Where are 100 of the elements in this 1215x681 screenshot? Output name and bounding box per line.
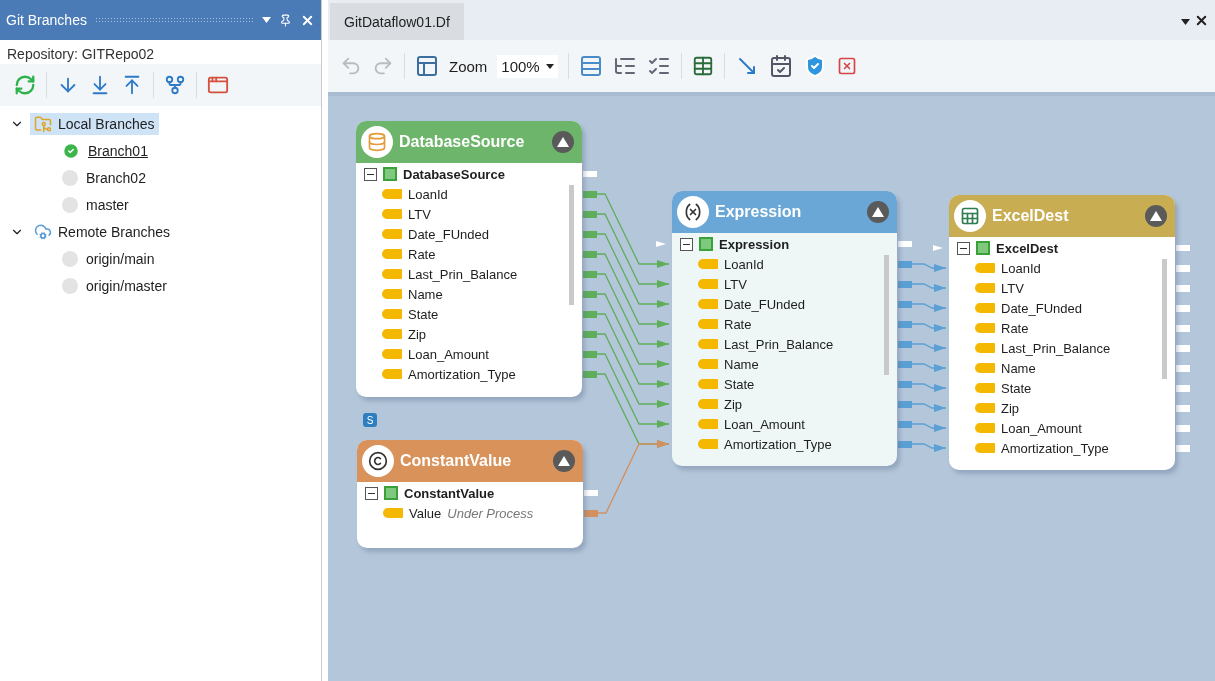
refresh-icon[interactable] bbox=[14, 74, 36, 96]
port[interactable] bbox=[898, 441, 912, 448]
connector-line[interactable] bbox=[596, 233, 670, 308]
scrollbar[interactable] bbox=[884, 255, 889, 375]
branch-item[interactable]: master bbox=[86, 196, 129, 213]
connector-line[interactable] bbox=[596, 253, 670, 328]
collapse-box-icon[interactable] bbox=[364, 167, 377, 181]
node-card[interactable]: ConstantValue ConstantValue Value Under Process bbox=[357, 440, 583, 548]
add-table-icon[interactable] bbox=[691, 55, 714, 77]
port[interactable] bbox=[583, 271, 597, 278]
dropdown-icon[interactable] bbox=[1181, 18, 1190, 25]
port[interactable] bbox=[1176, 245, 1190, 251]
connector-line[interactable] bbox=[911, 383, 947, 392]
field-name: Date_FUnded bbox=[1001, 300, 1082, 316]
zoom-dropdown[interactable]: 100% bbox=[497, 54, 558, 78]
connector-line[interactable] bbox=[911, 283, 947, 292]
connector-line[interactable] bbox=[911, 303, 947, 312]
scrollbar[interactable] bbox=[569, 185, 574, 305]
port[interactable] bbox=[898, 241, 912, 247]
port[interactable] bbox=[898, 301, 912, 308]
branch-item[interactable]: Branch01 bbox=[88, 142, 148, 159]
connector-line[interactable] bbox=[911, 323, 947, 332]
port[interactable] bbox=[1176, 425, 1190, 432]
port[interactable] bbox=[1176, 405, 1190, 412]
redo-icon[interactable] bbox=[372, 55, 394, 77]
undo-icon[interactable] bbox=[340, 55, 362, 77]
connector-line[interactable] bbox=[596, 213, 670, 288]
connector-line[interactable] bbox=[911, 263, 947, 272]
port[interactable] bbox=[583, 311, 597, 318]
port[interactable] bbox=[583, 331, 597, 338]
port[interactable] bbox=[1176, 265, 1190, 272]
node-card[interactable]: DatabaseSource DatabaseSource LoanId LTV Date_FUnded Rate Last_Prin_Balance Name State Zip Loan_Amount Amortization_Type bbox=[356, 121, 582, 397]
field-name: Last_Prin_Balance bbox=[408, 266, 518, 282]
scrollbar[interactable] bbox=[1162, 259, 1167, 379]
connector-line[interactable] bbox=[911, 363, 947, 372]
port[interactable] bbox=[898, 321, 912, 328]
field-name: LTV bbox=[724, 276, 747, 292]
port[interactable] bbox=[583, 351, 597, 358]
layout-icon[interactable] bbox=[415, 54, 439, 78]
port[interactable] bbox=[583, 291, 597, 298]
document-tab[interactable]: GitDataflow01.Df bbox=[330, 3, 464, 40]
port[interactable] bbox=[898, 381, 912, 388]
port[interactable] bbox=[583, 171, 597, 177]
port[interactable] bbox=[583, 211, 597, 218]
port[interactable] bbox=[1176, 365, 1190, 372]
node-card[interactable]: Expression Expression LoanId LTV Date_FUnded Rate Last_Prin_Balance Name State Zip Loan_Amount Amortization_Type bbox=[672, 191, 897, 466]
connector-line[interactable] bbox=[596, 333, 670, 408]
port[interactable] bbox=[898, 341, 912, 348]
collapse-box-icon[interactable] bbox=[365, 486, 378, 500]
port[interactable] bbox=[1176, 305, 1190, 312]
calendar-icon[interactable] bbox=[768, 54, 793, 78]
tree-group[interactable]: Remote Branches bbox=[30, 220, 175, 243]
port[interactable] bbox=[1176, 385, 1190, 392]
port[interactable] bbox=[1176, 445, 1190, 452]
port[interactable] bbox=[898, 421, 912, 428]
port[interactable] bbox=[583, 371, 597, 378]
connector-line[interactable] bbox=[596, 313, 670, 388]
collapse-icon[interactable] bbox=[553, 450, 575, 472]
status-badge: S bbox=[363, 413, 377, 427]
port[interactable] bbox=[898, 281, 912, 288]
port[interactable] bbox=[898, 401, 912, 408]
collapse-icon[interactable] bbox=[1145, 205, 1167, 227]
branch-item[interactable]: origin/main bbox=[86, 250, 155, 267]
collapse-icon[interactable] bbox=[552, 131, 574, 153]
node-title: DatabaseSource bbox=[399, 133, 526, 151]
connector-line[interactable] bbox=[911, 423, 947, 432]
port[interactable] bbox=[583, 231, 597, 238]
field-tag-icon bbox=[698, 319, 718, 329]
pin-icon[interactable] bbox=[279, 13, 292, 27]
collapse-box-icon[interactable] bbox=[680, 237, 693, 251]
collapse-box-icon[interactable] bbox=[957, 241, 970, 255]
branch-icon[interactable] bbox=[164, 74, 186, 96]
port[interactable] bbox=[1176, 285, 1190, 292]
field-tag-icon bbox=[698, 379, 718, 389]
node-card[interactable]: ExcelDest ExcelDest LoanId LTV Date_FUnded Rate Last_Prin_Balance Name State Zip Loan_Amount Amortization_Type bbox=[949, 195, 1175, 470]
port[interactable] bbox=[898, 261, 912, 268]
branch-item[interactable]: origin/master bbox=[86, 277, 167, 294]
port[interactable] bbox=[584, 510, 598, 517]
port[interactable] bbox=[583, 251, 597, 258]
port[interactable] bbox=[584, 490, 598, 496]
field-name: Zip bbox=[408, 326, 427, 342]
delete-icon[interactable] bbox=[836, 56, 857, 76]
connector-line[interactable] bbox=[911, 443, 947, 452]
port[interactable] bbox=[898, 361, 912, 368]
connector-line[interactable] bbox=[911, 343, 947, 352]
connector-line[interactable] bbox=[596, 193, 670, 268]
connector-line[interactable] bbox=[911, 403, 947, 412]
port[interactable] bbox=[1176, 325, 1190, 332]
tree-group[interactable]: Local Branches bbox=[30, 112, 159, 135]
connector-line[interactable] bbox=[597, 440, 670, 514]
field-name: Name bbox=[408, 286, 443, 302]
connector-line[interactable] bbox=[596, 293, 670, 368]
database-icon bbox=[361, 126, 393, 158]
connector-line[interactable] bbox=[596, 353, 670, 428]
collapse-icon[interactable] bbox=[867, 201, 889, 223]
field-tag-icon bbox=[382, 189, 402, 199]
port[interactable] bbox=[1176, 345, 1190, 352]
branch-item[interactable]: Branch02 bbox=[86, 169, 146, 186]
connector-line[interactable] bbox=[596, 273, 670, 348]
port[interactable] bbox=[583, 191, 597, 198]
